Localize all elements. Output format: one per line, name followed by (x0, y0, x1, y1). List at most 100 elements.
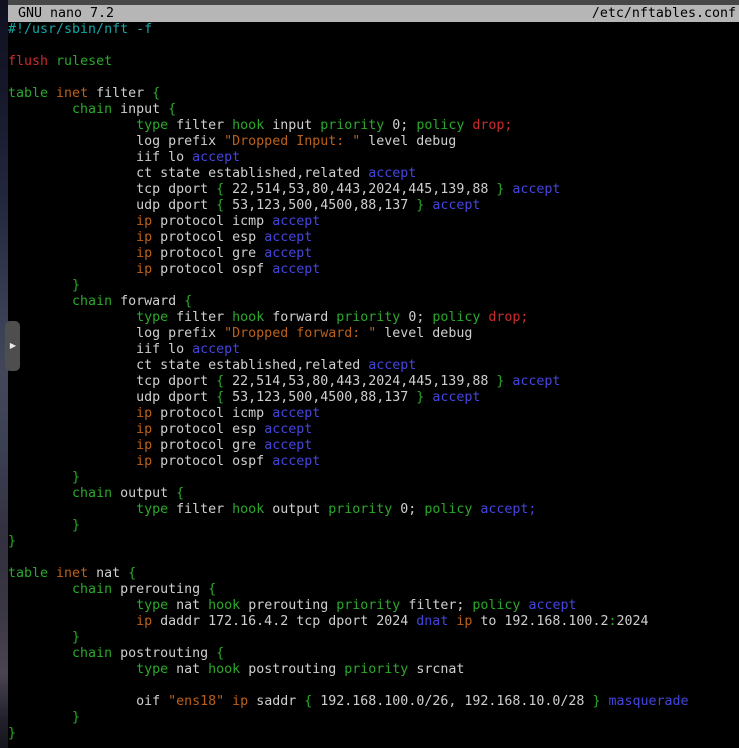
code-token: filter (88, 86, 152, 101)
code-token: table (8, 566, 48, 581)
code-token (48, 54, 56, 69)
code-token: protocol icmp (152, 406, 272, 421)
code-token: drop; (472, 118, 512, 133)
code-token (8, 646, 72, 661)
code-token: ip (136, 422, 152, 437)
code-token: filter (168, 502, 232, 517)
code-token (8, 102, 72, 117)
code-token: level debug (360, 134, 456, 149)
code-token: hook (232, 118, 264, 133)
code-token (8, 406, 136, 421)
code-token: { (184, 294, 192, 309)
code-token: } (72, 518, 80, 533)
code-token: 22,514,53,80,443,2024,445,139,88 (224, 374, 496, 389)
code-token: accept (272, 262, 320, 277)
code-token: 0; (400, 310, 432, 325)
code-token: policy (416, 118, 464, 133)
code-line: } (8, 518, 739, 534)
code-token: protocol ospf (152, 454, 272, 469)
code-token: filter (168, 310, 232, 325)
code-token (8, 262, 136, 277)
code-line: ip protocol gre accept (8, 438, 739, 454)
code-token: { (208, 582, 216, 597)
code-token: chain (72, 486, 112, 501)
code-line: } (8, 710, 739, 726)
code-token: protocol gre (152, 246, 264, 261)
code-token: inet (56, 566, 88, 581)
code-token: hook (232, 502, 264, 517)
code-token (8, 502, 136, 517)
code-line: chain postrouting { (8, 646, 739, 662)
code-token: accept (432, 198, 480, 213)
code-token: accept (264, 246, 312, 261)
code-token: { (216, 198, 224, 213)
code-token: log prefix (8, 326, 224, 341)
code-token: filter (168, 118, 232, 133)
code-token: priority (336, 598, 400, 613)
code-token: 2024 (616, 614, 648, 629)
code-line: ip protocol ospf accept (8, 262, 739, 278)
code-token (8, 278, 72, 293)
code-token (8, 246, 136, 261)
code-token: hook (208, 598, 240, 613)
code-token: input (112, 102, 168, 117)
code-token: hook (232, 310, 264, 325)
code-token: accept (432, 390, 480, 405)
editor-area[interactable]: #!/usr/sbin/nft -fflush rulesettable ine… (8, 22, 739, 748)
code-line: ip protocol esp accept (8, 230, 739, 246)
code-line: log prefix "Dropped Input: " level debug (8, 134, 739, 150)
code-token: ip (136, 406, 152, 421)
control-bar-handle[interactable]: ▶ (5, 321, 20, 371)
code-token (8, 454, 136, 469)
code-line: } (8, 630, 739, 646)
code-line: type nat hook postrouting priority srcna… (8, 662, 739, 678)
code-line (8, 70, 739, 86)
code-token (8, 438, 136, 453)
code-token: flush (8, 54, 48, 69)
code-token: policy (424, 502, 472, 517)
code-token: dnat (416, 614, 448, 629)
code-line: type nat hook prerouting priority filter… (8, 598, 739, 614)
code-token: 22,514,53,80,443,2024,445,139,88 (224, 182, 496, 197)
code-token (8, 118, 136, 133)
code-token: type (136, 662, 168, 677)
code-token: accept (528, 598, 576, 613)
code-line: chain forward { (8, 294, 739, 310)
code-token: protocol icmp (152, 214, 272, 229)
code-token: } (72, 630, 80, 645)
code-token: output (112, 486, 176, 501)
code-line: tcp dport { 22,514,53,80,443,2024,445,13… (8, 182, 739, 198)
code-token: saddr (248, 694, 304, 709)
code-line (8, 678, 739, 694)
code-token: to 192.168.100.2 (472, 614, 608, 629)
code-line: table inet filter { (8, 86, 739, 102)
app-version-label: GNU nano 7.2 (8, 5, 114, 22)
code-line: #!/usr/sbin/nft -f (8, 22, 739, 38)
code-token: } (72, 710, 80, 725)
code-line: ip protocol icmp accept (8, 406, 739, 422)
expand-arrow-icon: ▶ (10, 342, 16, 350)
code-line: log prefix "Dropped forward: " level deb… (8, 326, 739, 342)
code-line: } (8, 534, 739, 550)
code-line: chain prerouting { (8, 582, 739, 598)
code-token: { (216, 374, 224, 389)
code-line: iif lo accept (8, 150, 739, 166)
code-line (8, 38, 739, 54)
code-token: #!/usr/sbin/nft -f (8, 22, 152, 37)
code-line: ip daddr 172.16.4.2 tcp dport 2024 dnat … (8, 614, 739, 630)
code-line: iif lo accept (8, 342, 739, 358)
code-token: ip (232, 694, 248, 709)
desktop-background-strip (0, 0, 8, 748)
code-token: ip (136, 438, 152, 453)
code-token: input (264, 118, 320, 133)
code-token: inet (56, 86, 88, 101)
code-token: ct state established,related (8, 166, 368, 181)
code-token (8, 422, 136, 437)
code-token: protocol ospf (152, 262, 272, 277)
code-token: 53,123,500,4500,88,137 (224, 198, 416, 213)
code-token: ip (456, 614, 472, 629)
code-token (48, 566, 56, 581)
code-line: ct state established,related accept (8, 358, 739, 374)
code-token: nat (88, 566, 128, 581)
code-token (8, 214, 136, 229)
